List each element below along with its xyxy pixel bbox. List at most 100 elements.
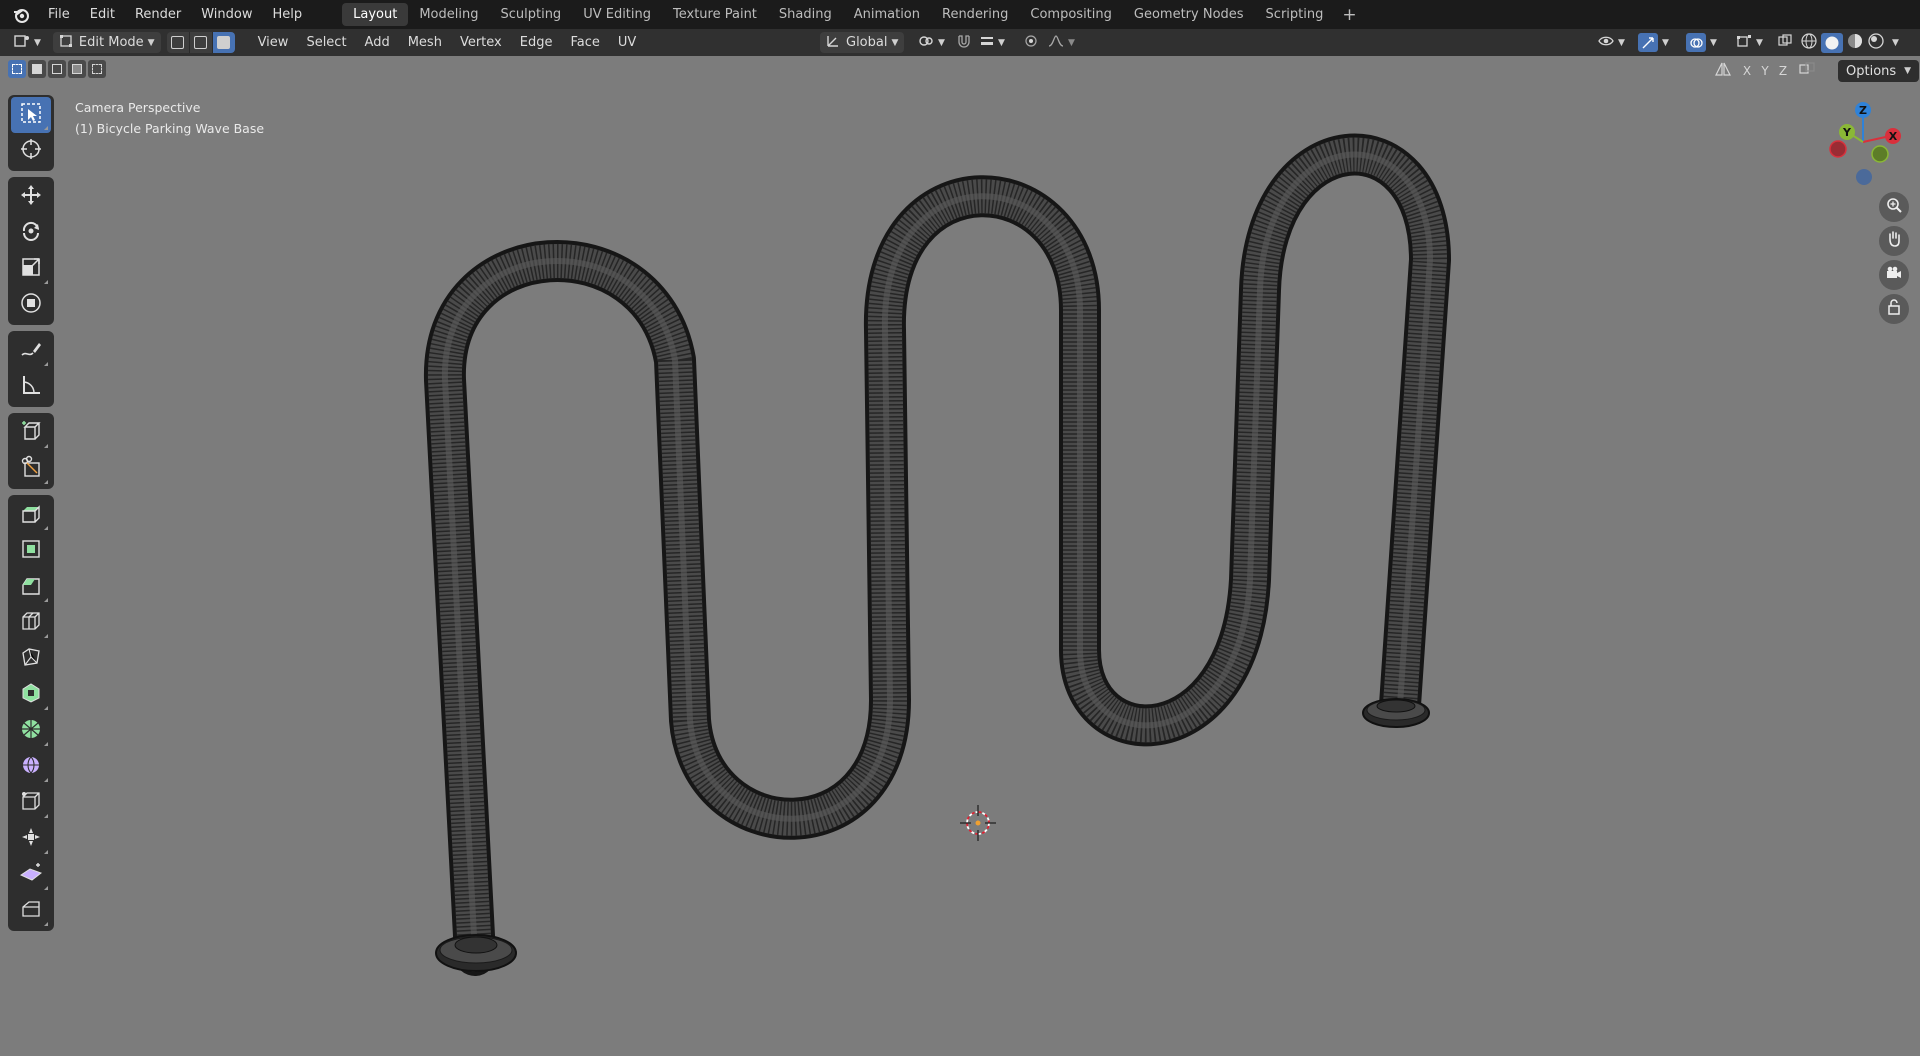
tool-rotate[interactable] xyxy=(11,215,51,251)
tool-poly-build[interactable] xyxy=(11,641,51,677)
edge-select-button[interactable] xyxy=(189,32,213,53)
bevel-icon xyxy=(19,573,43,601)
zoom-button[interactable] xyxy=(1879,192,1909,222)
add-workspace-button[interactable]: + xyxy=(1334,5,1364,25)
tab-animation[interactable]: Animation xyxy=(843,3,931,26)
tool-transform[interactable] xyxy=(11,287,51,323)
chevron-down-icon[interactable]: ▼ xyxy=(1892,38,1899,48)
orientation-label: Global xyxy=(846,35,888,50)
face-select-button[interactable] xyxy=(212,32,235,53)
tool-rip[interactable] xyxy=(11,857,51,893)
menu-uv[interactable]: UV xyxy=(609,35,645,50)
menu-help[interactable]: Help xyxy=(263,0,313,29)
tab-compositing[interactable]: Compositing xyxy=(1019,3,1123,26)
gizmo-neg-y[interactable] xyxy=(1871,145,1889,163)
extrude-icon xyxy=(19,501,43,529)
mode-dropdown[interactable]: Edit Mode ▼ xyxy=(52,32,161,53)
gizmo-y-label: Y xyxy=(1842,126,1852,139)
knife-icon xyxy=(19,455,43,483)
viewport-canvas[interactable] xyxy=(0,56,1920,1056)
tool-shear[interactable] xyxy=(11,821,51,857)
xray-toggle[interactable] xyxy=(1772,32,1798,53)
tool-scale[interactable] xyxy=(11,251,51,287)
blender-logo-icon[interactable] xyxy=(10,4,32,26)
solid-shading-icon[interactable] xyxy=(1821,32,1843,53)
rip-icon xyxy=(18,861,44,889)
tab-sculpting[interactable]: Sculpting xyxy=(489,3,572,26)
menu-select[interactable]: Select xyxy=(297,35,355,50)
menu-view[interactable]: View xyxy=(249,35,298,50)
toolbar-group-mesh xyxy=(8,495,54,931)
tab-layout[interactable]: Layout xyxy=(342,3,409,26)
rendered-shading-icon[interactable] xyxy=(1867,32,1885,54)
tool-rip-region[interactable] xyxy=(11,893,51,929)
menu-face[interactable]: Face xyxy=(561,35,608,50)
chevron-down-icon: ▼ xyxy=(1618,37,1625,48)
gizmo-neg-z[interactable] xyxy=(1856,169,1872,185)
mesh-edit-overlay-dropdown[interactable]: ▼ xyxy=(1730,32,1769,53)
tool-annotate[interactable] xyxy=(11,333,51,369)
snap-increment-icon xyxy=(980,34,994,52)
tool-move[interactable] xyxy=(11,179,51,215)
tool-options-indicator xyxy=(44,814,48,818)
orientation-dropdown[interactable]: Global ▼ xyxy=(820,32,905,53)
tab-modeling[interactable]: Modeling xyxy=(408,3,489,26)
menu-edge[interactable]: Edge xyxy=(511,35,562,50)
pan-button[interactable] xyxy=(1879,226,1909,256)
visibility-dropdown[interactable]: ▼ xyxy=(1592,32,1631,53)
bicycle-rack-mesh[interactable] xyxy=(423,133,1451,976)
vertex-select-button[interactable] xyxy=(166,32,190,53)
editor-type-button[interactable]: ▼ xyxy=(8,32,47,53)
tool-add-cube[interactable] xyxy=(11,415,51,451)
menu-window[interactable]: Window xyxy=(191,0,262,29)
shear-icon xyxy=(19,825,43,853)
select-mode-segment xyxy=(166,32,235,53)
gizmo-toggle[interactable]: ▼ xyxy=(1632,32,1675,53)
tab-shading[interactable]: Shading xyxy=(768,3,843,26)
tool-cursor[interactable] xyxy=(11,133,51,169)
menu-mesh[interactable]: Mesh xyxy=(399,35,451,50)
base-plate-left[interactable] xyxy=(435,934,517,972)
material-shading-icon[interactable] xyxy=(1846,32,1864,54)
base-plate-right[interactable] xyxy=(1362,698,1430,728)
tab-scripting[interactable]: Scripting xyxy=(1255,3,1335,26)
menu-file[interactable]: File xyxy=(38,0,80,29)
menu-vertex[interactable]: Vertex xyxy=(451,35,511,50)
tool-knife[interactable] xyxy=(11,451,51,487)
mesh-overlay-icon xyxy=(1736,34,1752,52)
wireframe-shading-icon[interactable] xyxy=(1800,32,1818,54)
tool-inset[interactable] xyxy=(11,533,51,569)
pivot-dropdown[interactable]: ▼ xyxy=(912,32,951,53)
tool-extrude[interactable] xyxy=(11,497,51,533)
tool-measure[interactable] xyxy=(11,369,51,405)
snap-target-dropdown[interactable]: ▼ xyxy=(974,32,1011,53)
lock-camera-button[interactable] xyxy=(1879,294,1909,324)
chevron-down-icon: ▼ xyxy=(1068,37,1075,48)
overlays-toggle[interactable]: ▼ xyxy=(1680,32,1723,53)
tab-geometry-nodes[interactable]: Geometry Nodes xyxy=(1123,3,1255,26)
tool-options-indicator xyxy=(44,742,48,746)
tab-uv-editing[interactable]: UV Editing xyxy=(572,3,662,26)
camera-view-button[interactable] xyxy=(1879,260,1909,290)
vertex-select-icon xyxy=(171,36,185,49)
menu-render[interactable]: Render xyxy=(125,0,191,29)
chevron-down-icon: ▼ xyxy=(998,37,1005,48)
tool-edge-slide[interactable] xyxy=(11,749,51,785)
gizmo-neg-x[interactable] xyxy=(1829,140,1847,158)
tab-rendering[interactable]: Rendering xyxy=(931,3,1019,26)
tool-spin[interactable] xyxy=(11,677,51,713)
tool-bevel[interactable] xyxy=(11,569,51,605)
menu-add[interactable]: Add xyxy=(356,35,399,50)
pan-hand-icon xyxy=(1885,230,1903,252)
menu-edit[interactable]: Edit xyxy=(80,0,125,29)
tab-texture-paint[interactable]: Texture Paint xyxy=(662,3,768,26)
3d-cursor[interactable] xyxy=(960,805,996,841)
tool-select-box[interactable] xyxy=(11,97,51,133)
tool-shrink-fatten[interactable] xyxy=(11,785,51,821)
proportional-edit-toggle[interactable] xyxy=(1018,32,1044,53)
tool-loop-cut[interactable] xyxy=(11,605,51,641)
gizmo-icon xyxy=(1638,33,1658,52)
falloff-dropdown[interactable]: ▼ xyxy=(1042,32,1081,53)
toolbar-group-transform xyxy=(8,177,54,325)
tool-smooth[interactable] xyxy=(11,713,51,749)
